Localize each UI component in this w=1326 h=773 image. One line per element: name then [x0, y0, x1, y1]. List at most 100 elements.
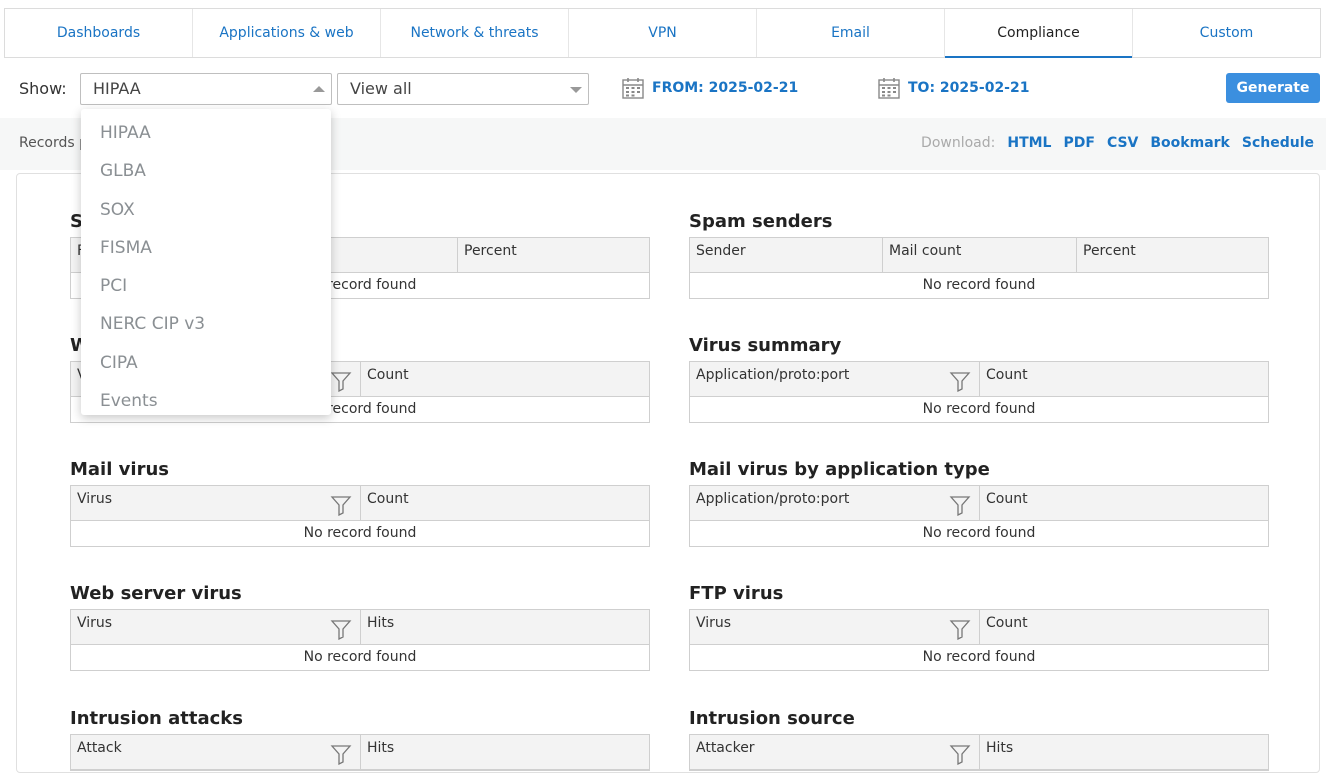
report-title: Mail virus by application type [689, 459, 990, 480]
compliance-select-value: HIPAA [93, 79, 141, 98]
column-header[interactable]: Application/proto:port [690, 486, 980, 520]
download-csv-link[interactable]: CSV [1107, 135, 1138, 151]
schedule-link[interactable]: Schedule [1242, 135, 1314, 151]
compliance-select[interactable]: HIPAA [80, 73, 332, 105]
report-table: Virus Count No record found [689, 609, 1269, 671]
report-table: Sender Mail count Percent No record foun… [689, 237, 1269, 299]
column-header[interactable]: Virus [71, 486, 361, 520]
column-header[interactable]: Count [980, 610, 1268, 644]
tab-vpn[interactable]: VPN [569, 9, 757, 57]
column-header[interactable]: Count [980, 362, 1268, 396]
empty-row: No record found [303, 525, 417, 541]
dropdown-option-hipaa[interactable]: HIPAA [81, 114, 331, 152]
dropdown-option-fisma[interactable]: FISMA [81, 229, 331, 267]
dropdown-option-nerc-cip[interactable]: NERC CIP v3 [81, 305, 331, 343]
report-mail-virus-by-app: Mail virus by application type Applicati… [689, 458, 1269, 547]
column-header[interactable]: Count [361, 486, 649, 520]
column-header-label: Attack [77, 740, 122, 756]
report-table: Virus Hits No record found [70, 609, 650, 671]
report-title: FTP virus [689, 583, 784, 604]
empty-row: No record found [922, 649, 1036, 665]
filter-icon[interactable] [949, 743, 971, 765]
report-table: Attacker Hits [689, 734, 1269, 771]
dropdown-option-cipa[interactable]: CIPA [81, 344, 331, 382]
empty-row: No record found [303, 649, 417, 665]
caret-up-icon [313, 86, 325, 92]
report-tabs: Dashboards Applications & web Network & … [4, 8, 1321, 58]
dropdown-option-sox[interactable]: SOX [81, 191, 331, 229]
tab-network-threats[interactable]: Network & threats [381, 9, 569, 57]
report-title: Intrusion source [689, 708, 855, 729]
to-date[interactable]: TO: 2025-02-21 [878, 77, 1029, 99]
from-date-label: FROM: 2025-02-21 [652, 80, 799, 96]
calendar-icon [622, 78, 644, 99]
column-header[interactable]: Count [361, 362, 649, 396]
report-table: Application/proto:port Count No record f… [689, 485, 1269, 547]
to-date-label: TO: 2025-02-21 [908, 80, 1030, 96]
column-header[interactable]: Application/proto:port [690, 362, 980, 396]
download-pdf-link[interactable]: PDF [1063, 135, 1094, 151]
dropdown-option-events[interactable]: Events [81, 382, 331, 420]
download-label: Download: [921, 135, 996, 151]
column-header-label: Virus [77, 615, 113, 631]
report-ftp-virus: FTP virus Virus Count No record found [689, 582, 1269, 671]
caret-down-icon [570, 87, 582, 93]
report-virus-summary: Virus summary Application/proto:port Cou… [689, 334, 1269, 423]
column-header[interactable]: Mail count [883, 238, 1077, 272]
filter-icon[interactable] [330, 743, 352, 765]
column-header[interactable]: Count [980, 486, 1268, 520]
column-header-label: Application/proto:port [696, 367, 850, 383]
show-label: Show: [19, 79, 67, 98]
column-header[interactable]: Percent [1077, 238, 1268, 272]
report-title: Mail virus [70, 459, 169, 480]
compliance-dropdown-menu: HIPAA GLBA SOX FISMA PCI NERC CIP v3 CIP… [81, 109, 331, 415]
column-header[interactable]: Sender [690, 238, 883, 272]
tab-dashboards[interactable]: Dashboards [5, 9, 193, 57]
report-table: Virus Count No record found [70, 485, 650, 547]
tab-custom[interactable]: Custom [1133, 9, 1320, 57]
column-header[interactable]: Hits [361, 735, 649, 769]
report-title: Virus summary [689, 335, 842, 356]
report-title: Intrusion attacks [70, 708, 243, 729]
column-header[interactable]: Hits [980, 735, 1268, 769]
column-header[interactable]: Virus [690, 610, 980, 644]
column-header-label: Application/proto:port [696, 491, 850, 507]
report-intrusion-attacks: Intrusion attacks Attack Hits [70, 707, 650, 771]
column-header-label: Virus [696, 615, 732, 631]
column-header[interactable]: Virus [71, 610, 361, 644]
generate-button[interactable]: Generate [1226, 73, 1320, 103]
report-title: Spam senders [689, 211, 833, 232]
filter-icon[interactable] [949, 494, 971, 516]
column-header[interactable]: Attacker [690, 735, 980, 769]
column-header-label: Attacker [696, 740, 755, 756]
column-header[interactable]: Hits [361, 610, 649, 644]
report-table: Application/proto:port Count No record f… [689, 361, 1269, 423]
view-select-value: View all [350, 79, 412, 98]
view-select[interactable]: View all [337, 73, 589, 105]
calendar-icon [878, 78, 900, 99]
records-per-page-label: Records p [19, 135, 89, 151]
tab-applications-web[interactable]: Applications & web [193, 9, 381, 57]
download-html-link[interactable]: HTML [1007, 135, 1051, 151]
tab-email[interactable]: Email [757, 9, 945, 57]
filter-icon[interactable] [949, 370, 971, 392]
empty-row: No record found [922, 525, 1036, 541]
bookmark-link[interactable]: Bookmark [1150, 135, 1229, 151]
column-header[interactable]: Percent [458, 238, 649, 272]
filter-icon[interactable] [330, 370, 352, 392]
from-date[interactable]: FROM: 2025-02-21 [622, 77, 798, 99]
dropdown-option-pci[interactable]: PCI [81, 267, 331, 305]
report-web-server-virus: Web server virus Virus Hits No record fo… [70, 582, 650, 671]
column-header-label: Virus [77, 491, 113, 507]
filter-icon[interactable] [949, 618, 971, 640]
report-table: Attack Hits [70, 734, 650, 771]
download-links: Download: HTML PDF CSV Bookmark Schedule [921, 135, 1314, 151]
column-header[interactable]: Attack [71, 735, 361, 769]
report-spam-senders: Spam senders Sender Mail count Percent N… [689, 210, 1269, 299]
filter-icon[interactable] [330, 618, 352, 640]
empty-row: No record found [922, 277, 1036, 293]
dropdown-option-glba[interactable]: GLBA [81, 152, 331, 190]
report-intrusion-source: Intrusion source Attacker Hits [689, 707, 1269, 771]
filter-icon[interactable] [330, 494, 352, 516]
tab-compliance[interactable]: Compliance [945, 9, 1133, 58]
